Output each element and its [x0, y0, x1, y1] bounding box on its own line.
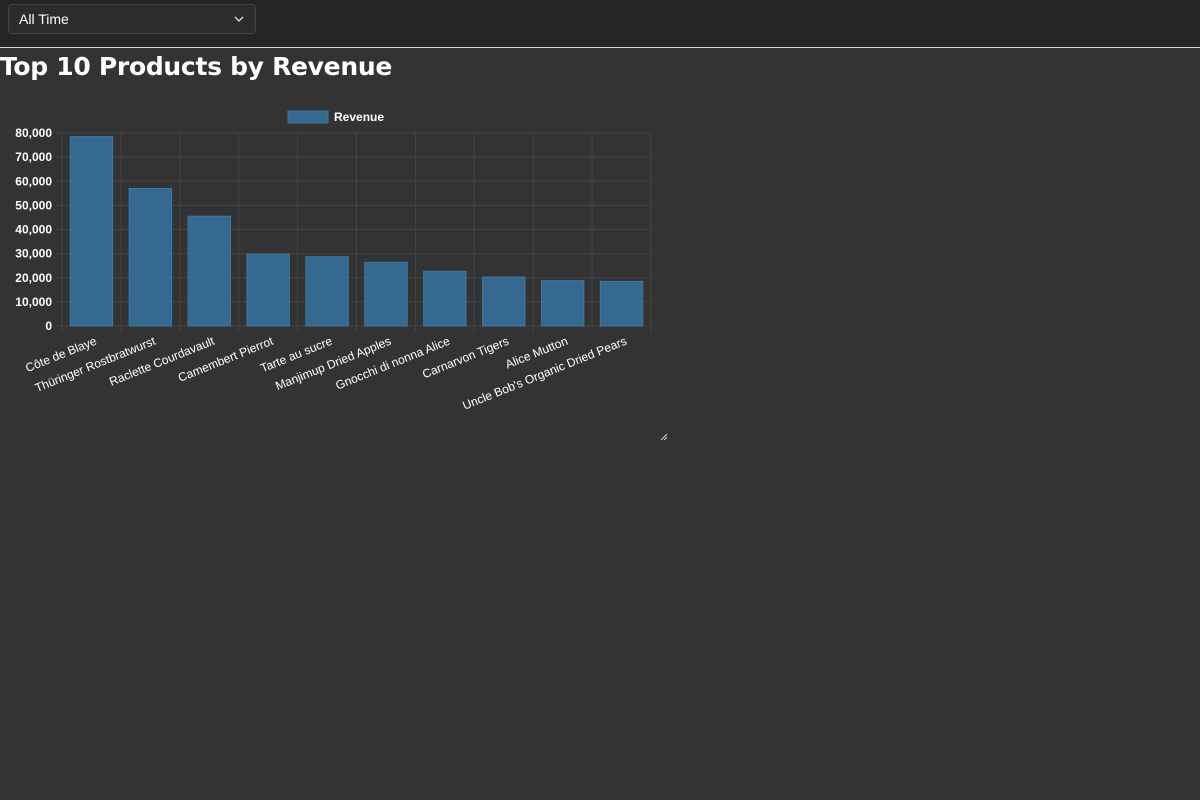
- y-tick-label: 0: [45, 319, 52, 333]
- page-title: Top 10 Products by Revenue: [0, 52, 392, 81]
- legend-label: Revenue: [334, 110, 384, 124]
- y-tick-label: 20,000: [15, 271, 52, 285]
- y-tick-label: 40,000: [15, 223, 52, 237]
- time-range-select[interactable]: All Time: [8, 4, 256, 34]
- y-tick-label: 60,000: [15, 174, 52, 188]
- revenue-chart: 0 10,000 20,000 30,000 40,000 50,000 60,000 70,…: [0, 100, 670, 438]
- resize-handle[interactable]: [660, 426, 668, 441]
- legend-swatch: [287, 110, 329, 124]
- bar: [599, 280, 644, 327]
- bar: [305, 256, 349, 327]
- y-tick-label: 30,000: [15, 247, 52, 261]
- y-tick-label: 10,000: [15, 295, 52, 309]
- top-toolbar: All Time: [0, 0, 1200, 48]
- bar: [128, 187, 173, 327]
- bar: [540, 280, 585, 327]
- bar: [187, 215, 231, 327]
- y-tick-label: 70,000: [15, 150, 52, 164]
- bar: [69, 136, 114, 327]
- bar: [364, 261, 408, 327]
- bar: [482, 276, 526, 327]
- time-range-value: All Time: [19, 11, 69, 27]
- y-tick-label: 50,000: [15, 198, 52, 212]
- bar: [423, 270, 467, 327]
- revenue-chart-svg: 0 10,000 20,000 30,000 40,000 50,000 60,000 70,…: [15, 110, 652, 413]
- y-tick-label: 80,000: [15, 126, 52, 140]
- bar: [246, 253, 290, 327]
- chevron-down-icon: [233, 13, 245, 25]
